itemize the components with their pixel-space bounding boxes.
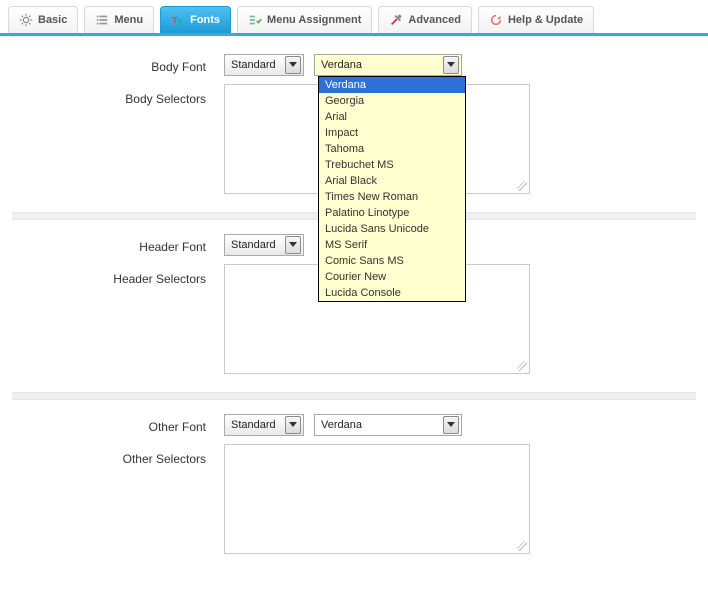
dropdown-option[interactable]: Verdana (319, 77, 465, 93)
other-selectors-textarea[interactable] (224, 444, 530, 554)
section-divider (12, 392, 696, 400)
select-value: Verdana (321, 59, 362, 71)
section-other-controls: Standard Verdana (224, 414, 692, 554)
dropdown-option[interactable]: Lucida Console (319, 285, 465, 301)
section-body-labels: Body Font Body Selectors (16, 54, 206, 194)
tab-basic[interactable]: Basic (8, 6, 78, 33)
other-font-family-select[interactable]: Verdana (314, 414, 462, 436)
section-body: Body Font Body Selectors Standard Verdan… (12, 40, 696, 212)
list-icon (95, 13, 109, 27)
other-font-type-select[interactable]: Standard (224, 414, 304, 436)
header-selectors-label: Header Selectors (16, 268, 206, 292)
select-value: Standard (231, 239, 276, 251)
dropdown-option[interactable]: Courier New (319, 269, 465, 285)
fonts-panel: Body Font Body Selectors Standard Verdan… (0, 36, 708, 592)
other-selectors-label: Other Selectors (16, 448, 206, 472)
top-tabs: Basic Menu TT Fonts Menu Assignment Adva… (0, 0, 708, 36)
chevron-down-icon (443, 416, 459, 434)
section-other-labels: Other Font Other Selectors (16, 414, 206, 554)
dropdown-option[interactable]: Palatino Linotype (319, 205, 465, 221)
dropdown-option[interactable]: Lucida Sans Unicode (319, 221, 465, 237)
tab-fonts[interactable]: TT Fonts (160, 6, 231, 33)
tab-advanced[interactable]: Advanced (378, 6, 472, 33)
dropdown-option[interactable]: Tahoma (319, 141, 465, 157)
svg-text:T: T (178, 19, 183, 26)
header-font-type-select[interactable]: Standard (224, 234, 304, 256)
tab-menu[interactable]: Menu (84, 6, 154, 33)
tab-menu-assignment[interactable]: Menu Assignment (237, 6, 372, 33)
tab-label: Basic (38, 14, 67, 26)
assignment-icon (248, 13, 262, 27)
body-font-family-select[interactable]: Verdana (314, 54, 462, 76)
section-header-labels: Header Font Header Selectors (16, 234, 206, 374)
dropdown-option[interactable]: Times New Roman (319, 189, 465, 205)
tab-help-update[interactable]: Help & Update (478, 6, 594, 33)
header-font-label: Header Font (16, 236, 206, 260)
font-family-dropdown[interactable]: Verdana Georgia Arial Impact Tahoma Treb… (318, 76, 466, 302)
refresh-icon (489, 13, 503, 27)
tab-label: Menu Assignment (267, 14, 361, 26)
tab-label: Help & Update (508, 14, 583, 26)
tab-label: Advanced (408, 14, 461, 26)
select-value: Standard (231, 419, 276, 431)
tab-label: Menu (114, 14, 143, 26)
select-value: Standard (231, 59, 276, 71)
chevron-down-icon (443, 56, 459, 74)
chevron-down-icon (285, 416, 301, 434)
section-other: Other Font Other Selectors Standard Verd… (12, 400, 696, 572)
dropdown-option[interactable]: Impact (319, 125, 465, 141)
tools-icon (389, 13, 403, 27)
svg-text:T: T (172, 16, 178, 27)
body-font-type-select[interactable]: Standard (224, 54, 304, 76)
other-font-label: Other Font (16, 416, 206, 440)
chevron-down-icon (285, 56, 301, 74)
fonts-icon: TT (171, 13, 185, 27)
select-value: Verdana (321, 419, 362, 431)
gear-icon (19, 13, 33, 27)
section-body-controls: Standard Verdana Verdana Georgia Arial I… (224, 54, 692, 194)
body-font-label: Body Font (16, 56, 206, 80)
body-selectors-label: Body Selectors (16, 88, 206, 112)
chevron-down-icon (285, 236, 301, 254)
dropdown-option[interactable]: MS Serif (319, 237, 465, 253)
dropdown-option[interactable]: Comic Sans MS (319, 253, 465, 269)
dropdown-option[interactable]: Arial Black (319, 173, 465, 189)
dropdown-option[interactable]: Georgia (319, 93, 465, 109)
dropdown-option[interactable]: Arial (319, 109, 465, 125)
tab-label: Fonts (190, 14, 220, 26)
dropdown-option[interactable]: Trebuchet MS (319, 157, 465, 173)
